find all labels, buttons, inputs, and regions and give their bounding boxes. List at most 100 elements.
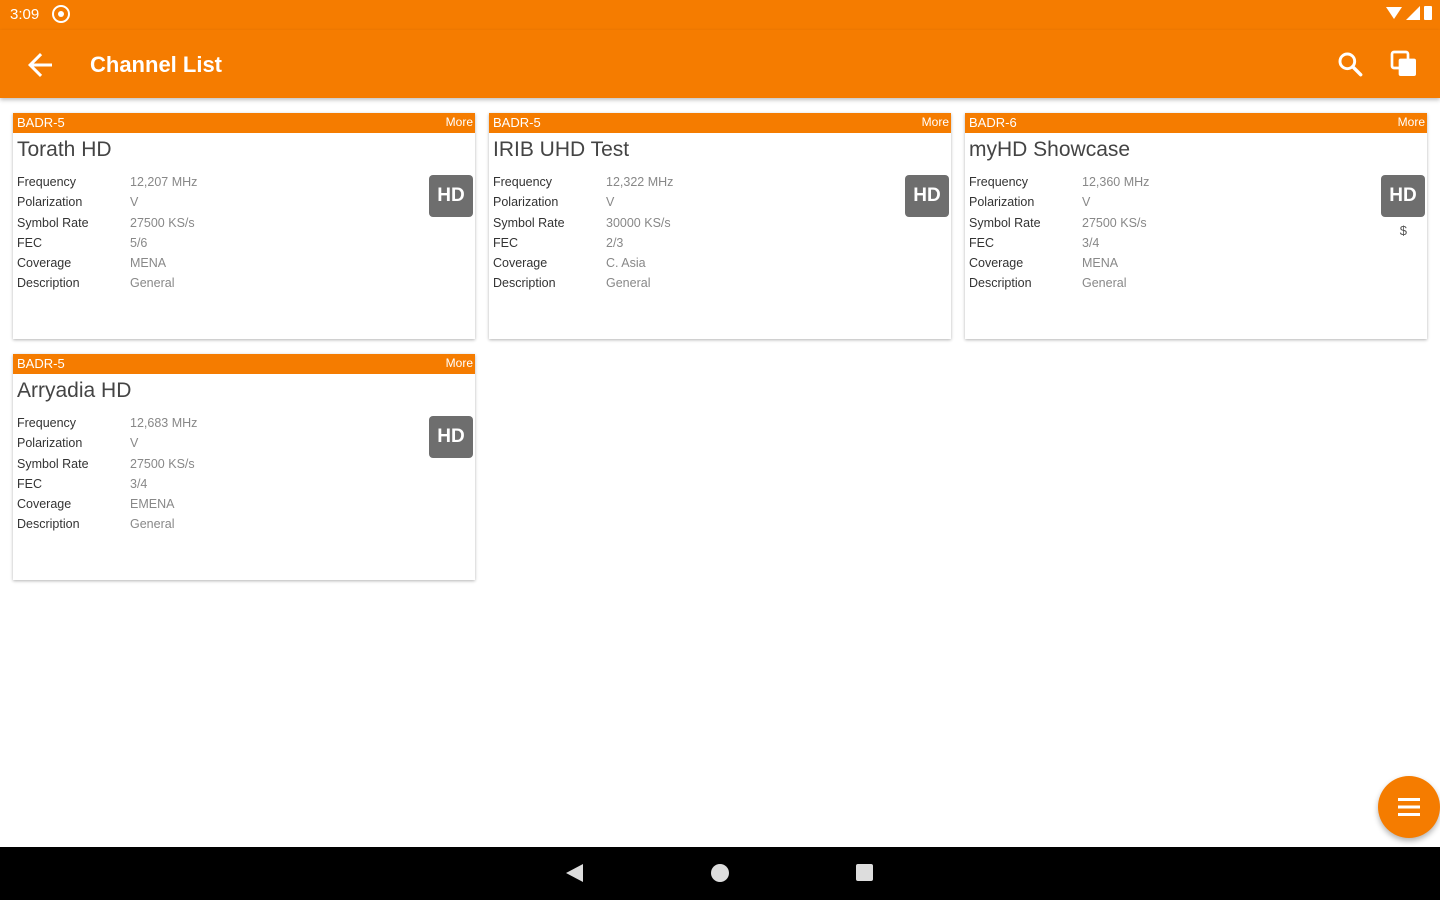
- card-satellite: BADR-5: [17, 356, 65, 371]
- channel-name: IRIB UHD Test: [493, 138, 630, 161]
- channel-card[interactable]: BADR-5 More Torath HD Frequency 12,207 MH…: [13, 113, 475, 339]
- channel-name: myHD Showcase: [969, 138, 1131, 161]
- detail-row: Frequency 12,683 MHz: [17, 416, 197, 436]
- channel-card[interactable]: BADR-5 More IRIB UHD Test Frequency 12,32…: [489, 113, 951, 339]
- detail-row: Frequency 12,207 MHz: [17, 175, 197, 195]
- detail-label: Symbol Rate: [969, 215, 1041, 230]
- detail-value: V: [1082, 195, 1091, 210]
- card-satellite: BADR-5: [17, 115, 65, 130]
- detail-value: General: [130, 517, 175, 532]
- copy-button[interactable]: [1388, 48, 1420, 80]
- detail-label: Coverage: [493, 256, 548, 271]
- detail-label: Frequency: [17, 175, 77, 189]
- detail-row: Coverage MENA: [969, 256, 1149, 276]
- detail-row: Frequency 12,322 MHz: [493, 175, 673, 195]
- detail-label: Description: [17, 276, 80, 291]
- channel-details: Frequency 12,683 MHz Polarization V Symbol…: [17, 416, 197, 538]
- detail-label: FEC: [969, 235, 994, 250]
- detail-row: Symbol Rate 27500 KS/s: [17, 216, 197, 236]
- detail-label: FEC: [493, 235, 518, 250]
- app-notification-icon: [52, 5, 70, 23]
- detail-value: General: [1082, 276, 1127, 291]
- status-time: 3:09: [10, 6, 40, 23]
- detail-row: Symbol Rate 27500 KS/s: [969, 216, 1149, 236]
- detail-label: Frequency: [493, 175, 553, 189]
- detail-value: 12,360 MHz: [1082, 175, 1150, 189]
- detail-row: Polarization V: [17, 195, 197, 215]
- detail-value: General: [606, 276, 651, 291]
- detail-row: FEC 3/4: [969, 236, 1149, 256]
- detail-label: Description: [493, 276, 556, 291]
- wifi-icon: [1386, 7, 1402, 19]
- card-header: BADR-5 More: [489, 113, 951, 133]
- channel-card[interactable]: BADR-5 More Arryadia HD Frequency 12,683 …: [13, 354, 475, 580]
- detail-label: Symbol Rate: [493, 215, 565, 230]
- detail-value: 30000 KS/s: [606, 215, 671, 230]
- detail-label: FEC: [17, 476, 42, 491]
- card-more-link[interactable]: More: [1398, 115, 1425, 129]
- status-bar: 3:09: [0, 0, 1440, 30]
- card-more-link[interactable]: More: [446, 356, 473, 370]
- channel-details: Frequency 12,360 MHz Polarization V Symbol…: [969, 175, 1149, 297]
- detail-value: 27500 KS/s: [130, 215, 195, 230]
- nav-recents-icon[interactable]: [856, 864, 873, 881]
- detail-row: FEC 3/4: [17, 477, 197, 497]
- detail-value: 12,683 MHz: [130, 416, 198, 430]
- detail-value: V: [606, 195, 615, 210]
- detail-value: V: [130, 436, 139, 451]
- detail-value: 12,207 MHz: [130, 175, 198, 189]
- hd-badge: HD: [429, 175, 473, 217]
- hd-badge: HD: [905, 175, 949, 217]
- card-satellite: BADR-6: [969, 115, 1017, 130]
- detail-label: Coverage: [969, 256, 1024, 271]
- nav-back-icon[interactable]: [566, 864, 583, 882]
- card-more-link[interactable]: More: [446, 115, 473, 129]
- detail-value: 27500 KS/s: [1082, 215, 1147, 230]
- search-button[interactable]: [1334, 48, 1366, 80]
- detail-label: Frequency: [17, 416, 77, 430]
- detail-row: Frequency 12,360 MHz: [969, 175, 1149, 195]
- detail-row: FEC 5/6: [17, 236, 197, 256]
- channel-card[interactable]: BADR-6 More myHD Showcase Frequency 12,36…: [965, 113, 1427, 339]
- detail-label: Polarization: [493, 195, 559, 210]
- detail-row: Polarization V: [493, 195, 673, 215]
- price-mark: $: [1399, 223, 1407, 238]
- detail-value: MENA: [1082, 256, 1119, 271]
- hd-badge: HD: [429, 416, 473, 458]
- detail-value: General: [130, 276, 175, 291]
- app-bar: Channel List: [0, 30, 1440, 98]
- channel-details: Frequency 12,322 MHz Polarization V Symbol…: [493, 175, 673, 297]
- nav-home-icon[interactable]: [711, 864, 729, 882]
- detail-row: Polarization V: [969, 195, 1149, 215]
- channel-name: Torath HD: [17, 138, 112, 161]
- menu-icon: [1398, 798, 1420, 816]
- detail-row: Symbol Rate 27500 KS/s: [17, 457, 197, 477]
- search-icon: [1338, 52, 1363, 77]
- detail-value: 2/3: [606, 235, 624, 250]
- detail-label: Polarization: [969, 195, 1035, 210]
- page-title: Channel List: [90, 52, 223, 77]
- card-header: BADR-5 More: [13, 354, 475, 374]
- detail-label: Coverage: [17, 256, 72, 271]
- menu-fab-button[interactable]: [1378, 776, 1440, 838]
- card-header: BADR-5 More: [13, 113, 475, 133]
- detail-label: Coverage: [17, 497, 72, 512]
- detail-value: 5/6: [130, 235, 148, 250]
- card-more-link[interactable]: More: [922, 115, 949, 129]
- detail-label: FEC: [17, 235, 42, 250]
- hd-badge: HD: [1381, 175, 1425, 217]
- detail-label: Symbol Rate: [17, 215, 89, 230]
- status-icons: [1386, 6, 1432, 20]
- back-button[interactable]: [22, 47, 58, 83]
- signal-icon: [1406, 6, 1420, 20]
- card-satellite: BADR-5: [493, 115, 541, 130]
- card-header: BADR-6 More: [965, 113, 1427, 133]
- detail-value: 3/4: [1082, 235, 1100, 250]
- detail-value: 27500 KS/s: [130, 456, 195, 471]
- detail-row: Coverage C. Asia: [493, 256, 673, 276]
- detail-label: Symbol Rate: [17, 456, 89, 471]
- detail-row: FEC 2/3: [493, 236, 673, 256]
- detail-label: Description: [17, 517, 80, 532]
- detail-row: Description General: [969, 276, 1149, 296]
- battery-icon: [1424, 6, 1432, 20]
